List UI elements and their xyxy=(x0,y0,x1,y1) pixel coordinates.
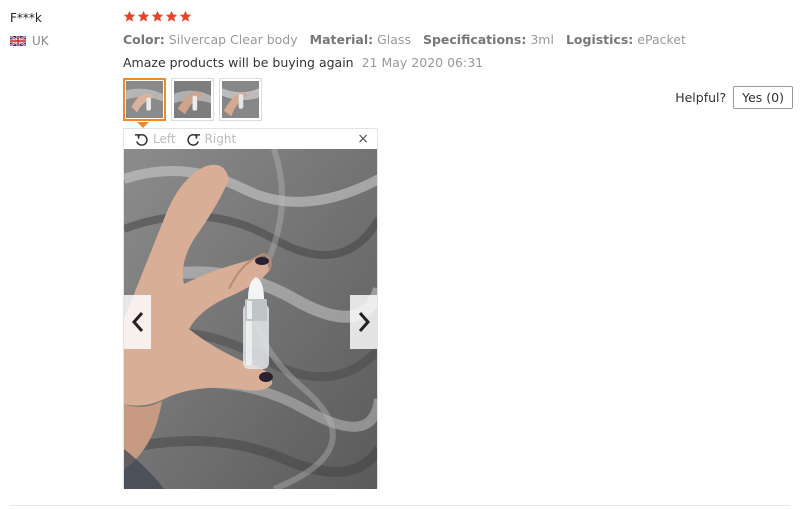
order-attributes: Color: Silvercap Clear body Material: Gl… xyxy=(123,32,694,47)
thumbnail-image xyxy=(174,81,211,118)
attr-color: Color: Silvercap Clear body xyxy=(123,32,298,47)
country-label: UK xyxy=(32,34,49,48)
helpful-section: Helpful? Yes (0) xyxy=(675,86,793,109)
uk-flag-icon xyxy=(10,36,26,46)
review-body: Amaze products will be buying again 21 M… xyxy=(123,55,483,70)
thumbnail-image xyxy=(222,81,259,118)
review-date: 21 May 2020 06:31 xyxy=(361,55,484,70)
review-photo xyxy=(124,149,377,489)
chevron-left-icon xyxy=(131,312,143,332)
rotate-left-icon xyxy=(134,133,148,146)
star-icon xyxy=(123,10,136,22)
star-icon xyxy=(151,10,164,22)
close-icon[interactable]: × xyxy=(357,131,369,147)
helpful-yes-button[interactable]: Yes (0) xyxy=(733,86,793,109)
review-text: Amaze products will be buying again xyxy=(123,55,354,70)
review-thumbnail[interactable] xyxy=(123,78,166,121)
reviewer-name: F***k xyxy=(10,11,42,25)
rotate-right-button[interactable]: Right xyxy=(186,132,237,147)
review-divider xyxy=(10,505,790,506)
attr-material: Material: Glass xyxy=(309,32,411,47)
rotate-left-button[interactable]: Left xyxy=(134,132,176,147)
review-thumbnail[interactable] xyxy=(171,78,214,121)
attr-logistics: Logistics: ePacket xyxy=(565,32,686,47)
reviewer-country: UK xyxy=(10,34,49,48)
star-rating xyxy=(123,10,192,23)
viewer-toolbar: Left Right × xyxy=(124,129,377,149)
rotate-right-icon xyxy=(186,133,200,146)
review-photo-image xyxy=(124,149,377,489)
thumbnail-image xyxy=(126,81,163,118)
helpful-label: Helpful? xyxy=(675,90,727,105)
image-viewer: Left Right × xyxy=(123,128,378,489)
star-icon xyxy=(179,10,192,22)
review-thumbnails xyxy=(123,78,262,121)
next-image-button[interactable] xyxy=(350,295,377,349)
star-icon xyxy=(165,10,178,22)
prev-image-button[interactable] xyxy=(124,295,151,349)
star-icon xyxy=(137,10,150,22)
chevron-right-icon xyxy=(358,312,370,332)
attr-specifications: Specifications: 3ml xyxy=(422,32,554,47)
review-thumbnail[interactable] xyxy=(219,78,262,121)
rotate-right-label: Right xyxy=(204,132,237,146)
rotate-left-label: Left xyxy=(153,132,176,146)
